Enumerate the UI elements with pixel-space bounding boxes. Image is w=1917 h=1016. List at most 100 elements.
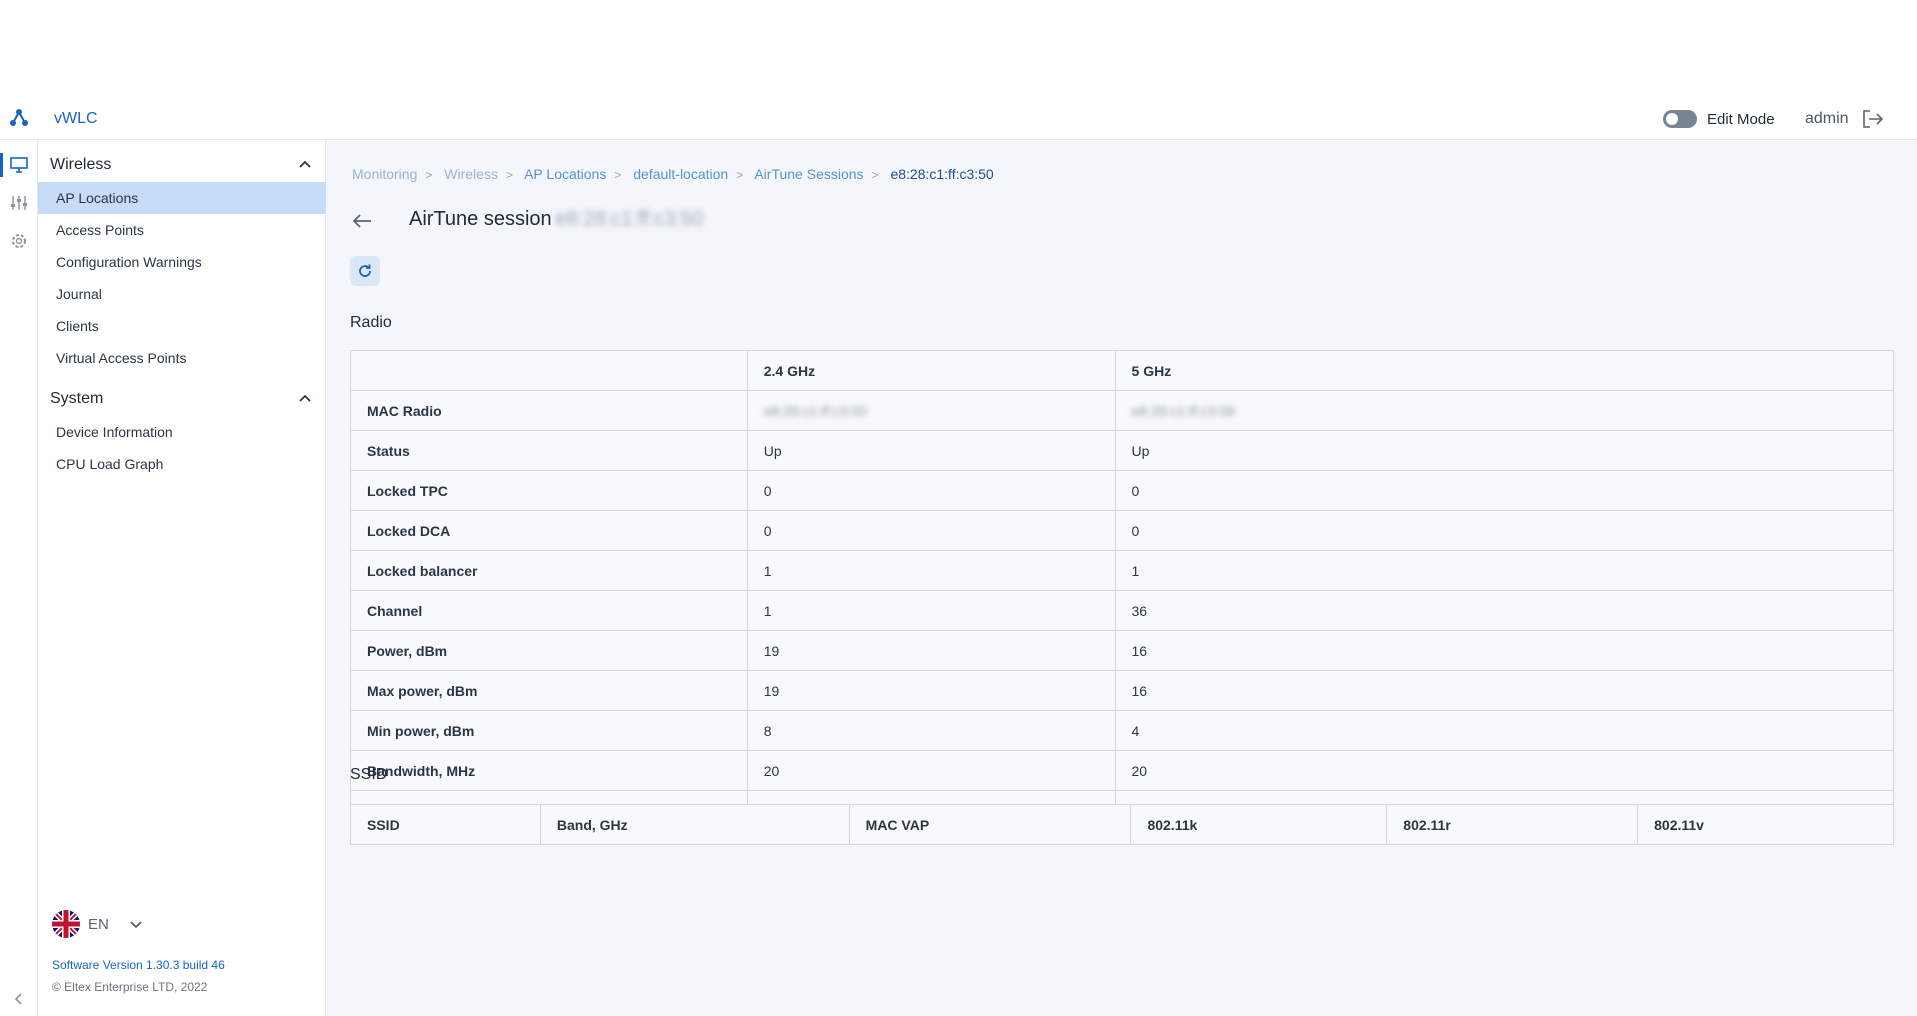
back-arrow-icon[interactable] xyxy=(351,212,373,230)
column-header: 5 GHz xyxy=(1114,350,1895,391)
column-header: 2.4 GHz xyxy=(746,350,1116,391)
column-header[interactable]: Band, GHz xyxy=(539,804,850,845)
table-row: Power, dBm 19 16 xyxy=(350,630,1895,671)
sidebar-item-label: Configuration Warnings xyxy=(56,254,202,270)
row-label: Max power, dBm xyxy=(350,670,748,711)
sidebar-item-label: Clients xyxy=(56,318,99,334)
row-label: Power, dBm xyxy=(350,630,748,671)
sliders-icon xyxy=(11,196,27,210)
page-title-suffix: e8:28:c1:ff:c3:50 xyxy=(555,208,704,230)
table-row: MAC Radio e8:28:c1:ff:c3:50 e8:28:c1:ff:… xyxy=(350,390,1895,431)
breadcrumb-current: e8:28:c1:ff:c3:50 xyxy=(890,166,994,182)
table-cell: Up xyxy=(1114,430,1895,471)
logout-icon[interactable] xyxy=(1862,109,1884,129)
table-cell: 0 xyxy=(746,470,1116,511)
table-cell: 0 xyxy=(746,510,1116,551)
table-row: Channel 1 36 xyxy=(350,590,1895,631)
table-cell: e8:28:c1:ff:c3:58 xyxy=(1114,390,1895,431)
sidebar-item-journal[interactable]: Journal xyxy=(38,278,326,310)
column-header[interactable]: MAC VAP xyxy=(848,804,1132,845)
user-name: admin xyxy=(1805,110,1849,127)
rail-configuration[interactable] xyxy=(0,188,38,218)
breadcrumb-monitoring: Monitoring xyxy=(352,166,418,182)
table-row: Min power, dBm 8 4 xyxy=(350,710,1895,751)
row-label: Channel xyxy=(350,590,748,631)
breadcrumb: Monitoring > Wireless > AP Locations > defa… xyxy=(352,166,994,182)
app-name[interactable]: vWLC xyxy=(54,110,98,128)
rail-monitoring[interactable] xyxy=(0,150,38,180)
breadcrumb-separator: > xyxy=(736,168,744,182)
sidebar-section-title: Wireless xyxy=(50,156,112,173)
collapse-sidebar-icon[interactable] xyxy=(10,990,28,1008)
table-row: Locked balancer 1 1 xyxy=(350,550,1895,591)
row-label: Min power, dBm xyxy=(350,710,748,751)
sidebar-item-configuration-warnings[interactable]: Configuration Warnings xyxy=(38,246,326,278)
edit-mode-label: Edit Mode xyxy=(1707,111,1775,128)
main-content: Monitoring > Wireless > AP Locations > defa… xyxy=(327,140,1917,1016)
breadcrumb-ap-locations[interactable]: AP Locations xyxy=(524,166,606,182)
chevron-up-icon xyxy=(299,394,311,402)
column-header xyxy=(350,350,748,391)
sidebar-item-label: Virtual Access Points xyxy=(56,350,187,366)
table-header-row: SSID Band, GHz MAC VAP 802.11k 802.11r 8… xyxy=(350,804,1894,845)
table-row: Locked DCA 0 0 xyxy=(350,510,1895,551)
sidebar-section-wireless[interactable]: Wireless xyxy=(38,150,326,180)
sidebar-item-ap-locations[interactable]: AP Locations xyxy=(38,182,326,214)
table-cell: 4 xyxy=(1114,710,1895,751)
table-cell: 19 xyxy=(746,630,1116,671)
column-header[interactable]: 802.11r xyxy=(1386,804,1639,845)
table-cell: e8:28:c1:ff:c3:50 xyxy=(746,390,1116,431)
table-cell: 16 xyxy=(1114,670,1895,711)
row-label: Status xyxy=(350,430,748,471)
sidebar-item-label: CPU Load Graph xyxy=(56,456,164,472)
sidebar-item-access-points[interactable]: Access Points xyxy=(38,214,326,246)
table-cell: 1 xyxy=(746,590,1116,631)
language-label: EN xyxy=(88,916,109,933)
table-cell: 0 xyxy=(1114,470,1895,511)
icon-rail xyxy=(0,140,38,1016)
breadcrumb-default-location[interactable]: default-location xyxy=(633,166,728,182)
row-label: Locked DCA xyxy=(350,510,748,551)
radio-table: 2.4 GHz 5 GHz MAC Radio e8:28:c1:ff:c3:5… xyxy=(350,350,1895,831)
sidebar-item-virtual-access-points[interactable]: Virtual Access Points xyxy=(38,342,326,374)
refresh-icon xyxy=(359,264,371,277)
rail-settings[interactable] xyxy=(0,226,38,256)
column-header[interactable]: 802.11v xyxy=(1637,804,1894,845)
column-header[interactable]: 802.11k xyxy=(1130,804,1388,845)
table-cell: 1 xyxy=(1114,550,1895,591)
table-cell: 36 xyxy=(1114,590,1895,631)
edit-mode-toggle[interactable] xyxy=(1663,110,1697,128)
sidebar-item-device-information[interactable]: Device Information xyxy=(38,416,326,448)
top-bar: vWLC Edit Mode admin xyxy=(0,98,1917,140)
sidebar-item-label: Access Points xyxy=(56,222,144,238)
table-header-row: 2.4 GHz 5 GHz xyxy=(350,350,1895,391)
sidebar-item-label: AP Locations xyxy=(56,190,139,206)
sidebar-section-title: System xyxy=(50,390,104,407)
chevron-up-icon xyxy=(299,160,311,168)
row-label: Locked TPC xyxy=(350,470,748,511)
breadcrumb-separator: > xyxy=(614,168,622,182)
row-label: Bandwidth, MHz xyxy=(350,750,748,791)
chevron-down-icon xyxy=(130,921,142,929)
uk-flag-icon xyxy=(52,910,80,938)
breadcrumb-wireless: Wireless xyxy=(444,166,498,182)
software-version-link[interactable]: Software Version 1.30.3 build 46 xyxy=(52,958,225,972)
sidebar-section-system[interactable]: System xyxy=(38,384,326,414)
row-label: MAC Radio xyxy=(350,390,748,431)
column-header[interactable]: SSID xyxy=(350,804,541,845)
table-cell: 1 xyxy=(746,550,1116,591)
page-title-text: AirTune session xyxy=(409,208,552,230)
breadcrumb-airtune-sessions[interactable]: AirTune Sessions xyxy=(754,166,863,182)
sidebar-item-cpu-load-graph[interactable]: CPU Load Graph xyxy=(38,448,326,480)
copyright-text: © Eltex Enterprise LTD, 2022 xyxy=(52,980,208,994)
sidebar-item-label: Journal xyxy=(56,286,102,302)
breadcrumb-separator: > xyxy=(425,168,433,182)
table-row: Status Up Up xyxy=(350,430,1895,471)
row-label: Locked balancer xyxy=(350,550,748,591)
refresh-button[interactable] xyxy=(350,256,380,286)
radio-section-title: Radio xyxy=(350,314,392,331)
gear-icon xyxy=(12,234,26,248)
table-cell: 20 xyxy=(1114,750,1895,791)
sidebar-item-clients[interactable]: Clients xyxy=(38,310,326,342)
app-logo-icon[interactable] xyxy=(8,107,30,129)
